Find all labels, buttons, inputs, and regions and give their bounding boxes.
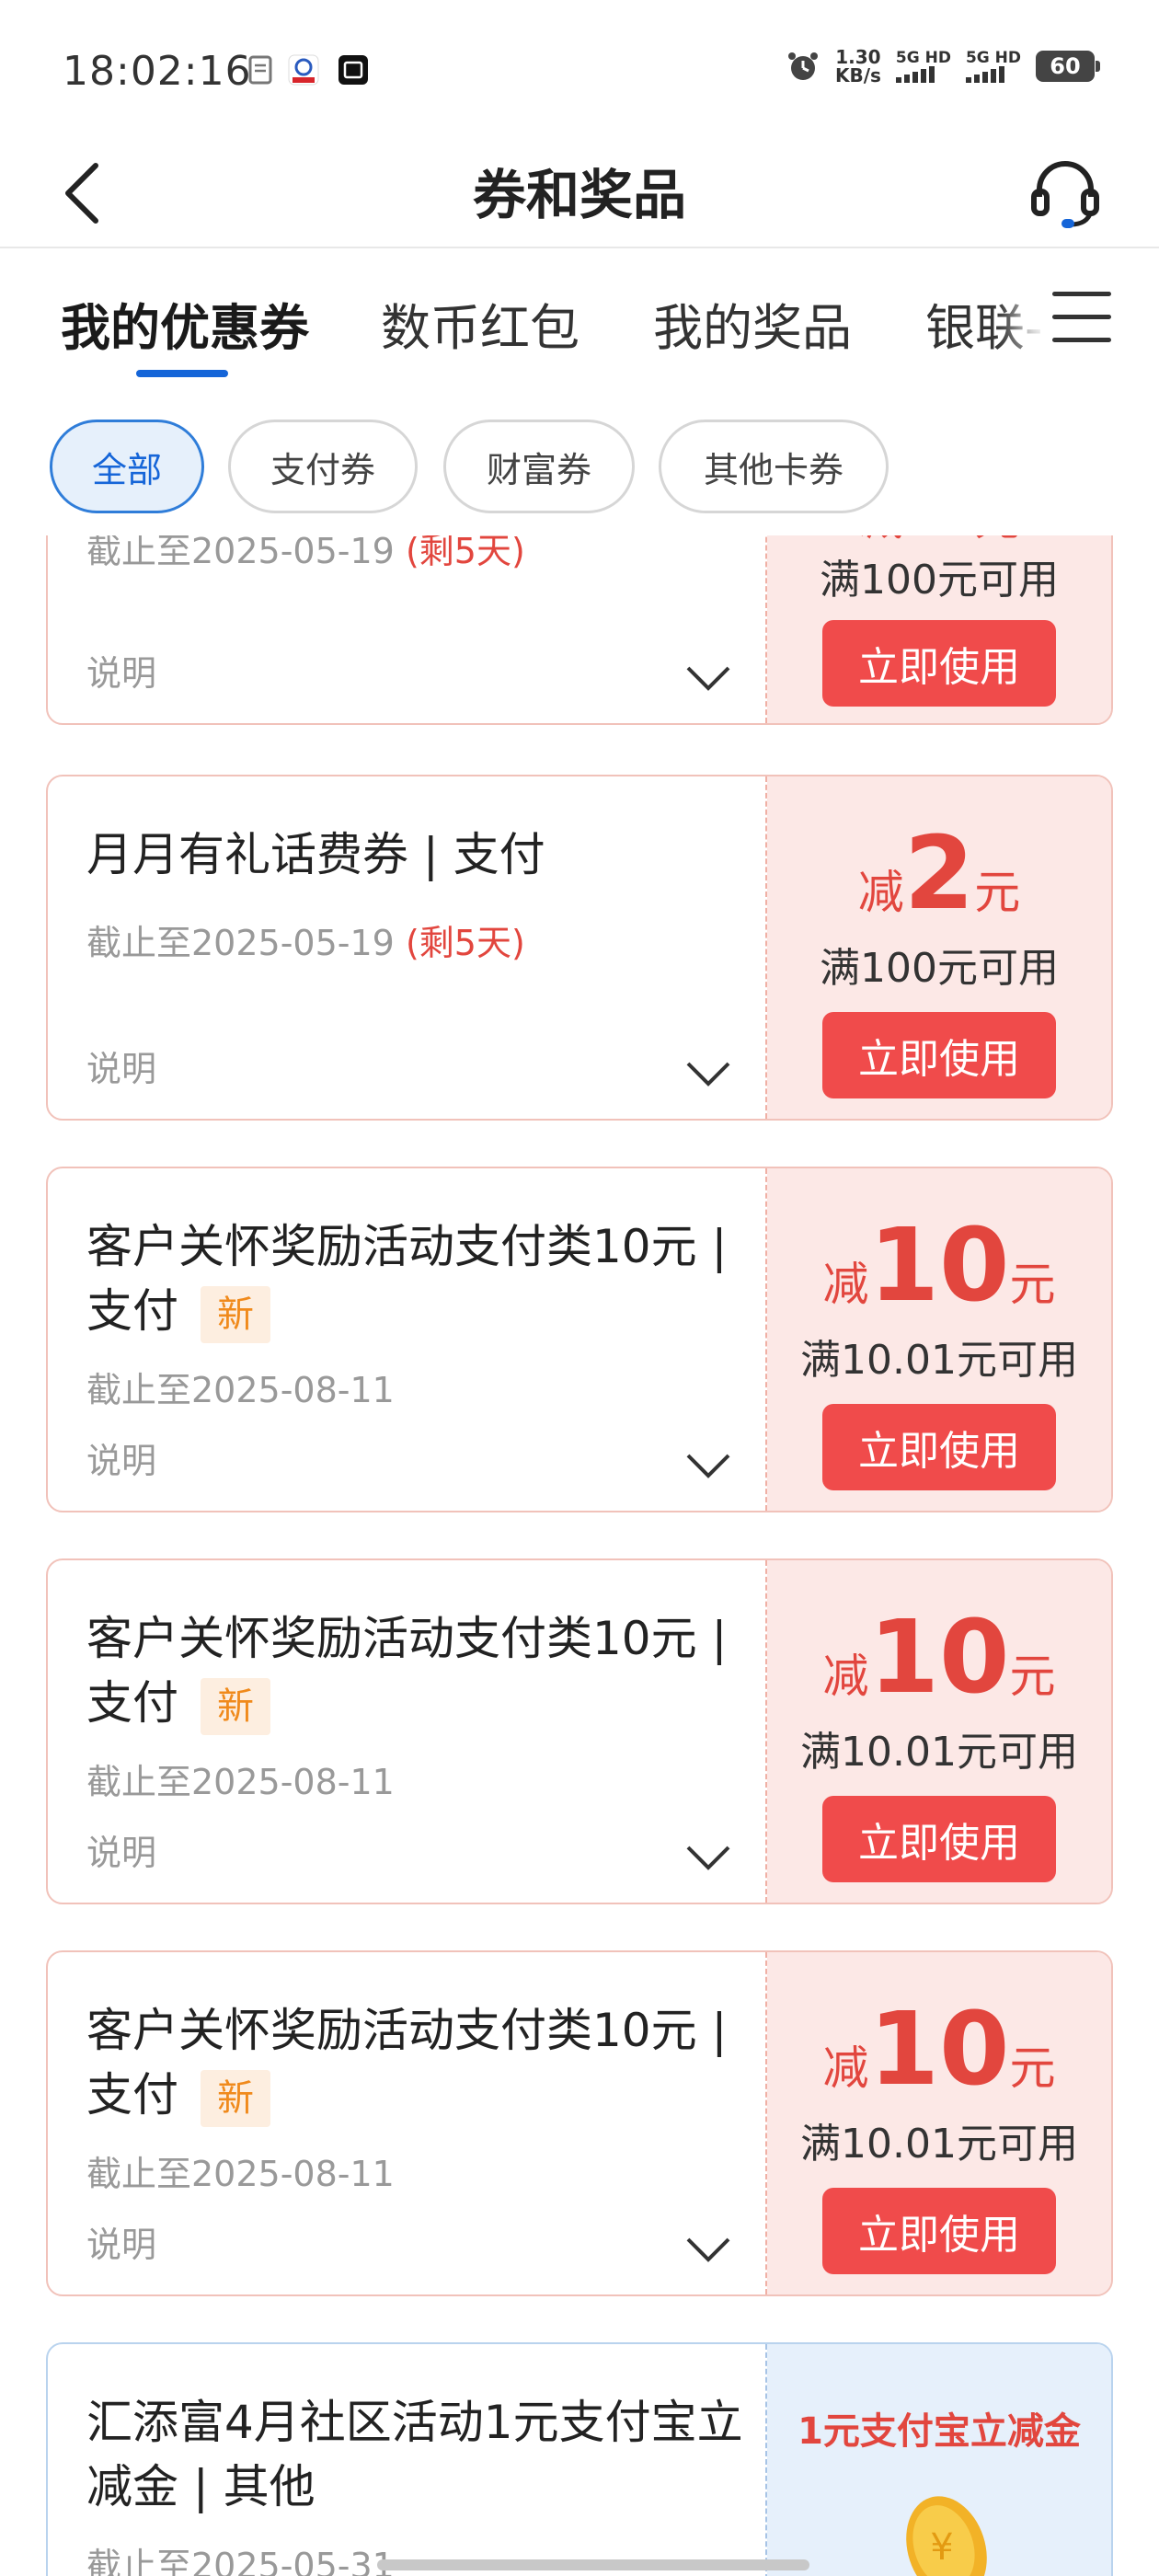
menu-icon[interactable] <box>1052 292 1111 347</box>
coupon-value-panel: 减2元 满100元可用 立即使用 <box>767 535 1111 723</box>
status-bar: 18:02:16 1.30 KB/s 5G HD 5G HD 60 <box>0 0 1159 138</box>
coupon-description-toggle[interactable]: 说明 <box>86 1824 156 1875</box>
network-speed: 1.30 KB/s <box>834 46 881 86</box>
filter-payment-coupons[interactable]: 支付券 <box>228 420 418 513</box>
chevron-down-icon[interactable] <box>684 1844 732 1871</box>
coupon-title: 客户关怀奖励活动支付类10元 | 支付新 <box>86 1606 749 1735</box>
coupon-card: 客户关怀奖励活动支付类10元 | 支付新 截止至2025-08-11 说明 减1… <box>46 1558 1113 1904</box>
tab-unionpay[interactable]: 银联- <box>925 287 1043 360</box>
coupon-amount: 减10元 <box>822 1990 1056 2108</box>
filter-wealth-coupons[interactable]: 财富券 <box>443 420 635 513</box>
coupon-value-panel: 减10元 满10.01元可用 立即使用 <box>767 1560 1111 1903</box>
coupon-value-panel: 减10元 满10.01元可用 立即使用 <box>767 1168 1111 1511</box>
coupon-info: 截止至2025-05-19 (剩5天) 说明 <box>48 535 767 723</box>
coupon-info: 客户关怀奖励活动支付类10元 | 支付新 截止至2025-08-11 说明 <box>48 1560 767 1903</box>
coupon-card: 汇添富4月社区活动1元支付宝立减金 | 其他 截止至2025-05-31 1元支… <box>46 2342 1113 2576</box>
promo-title: 1元支付宝立减金 <box>798 2410 1081 2453</box>
coupon-deadline: 截止至2025-05-31 <box>86 2546 395 2576</box>
coupon-list[interactable]: 截止至2025-05-19 (剩5天) 说明 减2元 满100元可用 立即使用 … <box>0 535 1159 2576</box>
coupon-deadline: 截止至2025-08-11 <box>86 1762 395 1802</box>
coupon-description-toggle[interactable]: 说明 <box>86 2216 156 2267</box>
coupon-card: 客户关怀奖励活动支付类10元 | 支付新 截止至2025-08-11 说明 减1… <box>46 1167 1113 1512</box>
coupon-title: 月月有礼话费券 | 支付 <box>86 828 545 881</box>
coupon-condition: 满10.01元可用 <box>800 1337 1078 1384</box>
use-now-button[interactable]: 立即使用 <box>822 1796 1056 1882</box>
use-now-button[interactable]: 立即使用 <box>822 1012 1056 1098</box>
headset-icon[interactable] <box>1027 155 1104 232</box>
new-badge: 新 <box>201 2069 270 2127</box>
battery-indicator: 60 <box>1036 51 1100 82</box>
home-indicator[interactable] <box>377 2559 809 2570</box>
bank-app-icon <box>288 54 319 86</box>
status-time: 18:02:16 <box>63 48 252 95</box>
new-badge: 新 <box>201 1677 270 1735</box>
filter-all[interactable]: 全部 <box>50 420 204 513</box>
coupon-value-panel: 减10元 满10.01元可用 立即使用 <box>767 1952 1111 2294</box>
svg-text:¥: ¥ <box>930 2526 953 2569</box>
coupon-deadline: 截止至2025-05-19 (剩5天) <box>86 923 525 963</box>
sim1-signal: 5G HD <box>895 50 951 83</box>
promo-panel: 1元支付宝立减金 ¥ <box>767 2344 1111 2576</box>
coupon-amount: 减10元 <box>822 1206 1056 1324</box>
coupon-info: 月月有礼话费券 | 支付 截止至2025-05-19 (剩5天) 说明 <box>48 776 767 1119</box>
alarm-icon <box>787 52 818 80</box>
coupon-description-toggle[interactable]: 说明 <box>86 645 156 696</box>
tab-digital-red-packets[interactable]: 数币红包 <box>381 287 580 360</box>
coupon-info: 客户关怀奖励活动支付类10元 | 支付新 截止至2025-08-11 说明 <box>48 1952 767 2294</box>
coupon-card: 月月有礼话费券 | 支付 截止至2025-05-19 (剩5天) 说明 减2元 … <box>46 775 1113 1121</box>
use-now-button[interactable]: 立即使用 <box>822 620 1056 707</box>
active-tab-indicator <box>136 370 228 377</box>
coupon-description-toggle[interactable]: 说明 <box>86 1041 156 1091</box>
filter-chips: 全部 支付券 财富券 其他卡券 <box>0 420 1159 521</box>
tab-my-prizes[interactable]: 我的奖品 <box>653 287 852 360</box>
coupon-amount: 减2元 <box>857 814 1021 932</box>
coupon-deadline: 截止至2025-05-19 (剩5天) <box>86 535 525 571</box>
chevron-down-icon[interactable] <box>684 1452 732 1479</box>
coupon-title: 汇添富4月社区活动1元支付宝立减金 | 其他 <box>86 2396 743 2513</box>
sim2-signal: 5G HD <box>965 50 1021 83</box>
chevron-down-icon[interactable] <box>684 1060 732 1087</box>
coupon-info: 客户关怀奖励活动支付类10元 | 支付新 截止至2025-08-11 说明 <box>48 1168 767 1511</box>
coupon-card: 截止至2025-05-19 (剩5天) 说明 减2元 满100元可用 立即使用 <box>46 535 1113 725</box>
coupon-title: 客户关怀奖励活动支付类10元 | 支付新 <box>86 1998 749 2127</box>
news-app-icon <box>339 55 368 85</box>
use-now-button[interactable]: 立即使用 <box>822 1404 1056 1490</box>
coupon-condition: 满10.01元可用 <box>800 2121 1078 2168</box>
coupon-value-panel: 减2元 满100元可用 立即使用 <box>767 776 1111 1119</box>
coupon-condition: 满100元可用 <box>820 945 1059 992</box>
coupon-amount: 减10元 <box>822 1598 1056 1716</box>
nav-bar: 券和奖品 <box>0 138 1159 248</box>
coupon-deadline: 截止至2025-08-11 <box>86 1370 395 1410</box>
coupon-title: 客户关怀奖励活动支付类10元 | 支付新 <box>86 1214 749 1343</box>
coupon-tabs: 我的优惠券 数币红包 我的奖品 银联- <box>0 250 1159 388</box>
coupon-description-toggle[interactable]: 说明 <box>86 1432 156 1483</box>
new-badge: 新 <box>201 1285 270 1343</box>
tab-my-coupons[interactable]: 我的优惠券 <box>61 287 309 360</box>
filter-other-cards[interactable]: 其他卡券 <box>659 420 889 513</box>
coupon-info: 汇添富4月社区活动1元支付宝立减金 | 其他 截止至2025-05-31 <box>48 2344 767 2576</box>
page-title: 券和奖品 <box>472 164 686 226</box>
use-now-button[interactable]: 立即使用 <box>822 2188 1056 2274</box>
coupon-condition: 满100元可用 <box>820 557 1059 604</box>
chevron-down-icon[interactable] <box>684 2236 732 2263</box>
document-icon <box>248 55 272 85</box>
coupon-condition: 满10.01元可用 <box>800 1729 1078 1776</box>
coupon-deadline: 截止至2025-08-11 <box>86 2154 395 2194</box>
chevron-down-icon[interactable] <box>684 664 732 692</box>
coupon-card: 客户关怀奖励活动支付类10元 | 支付新 截止至2025-08-11 说明 减1… <box>46 1950 1113 2296</box>
gold-coin-icon: ¥ <box>906 2496 987 2576</box>
